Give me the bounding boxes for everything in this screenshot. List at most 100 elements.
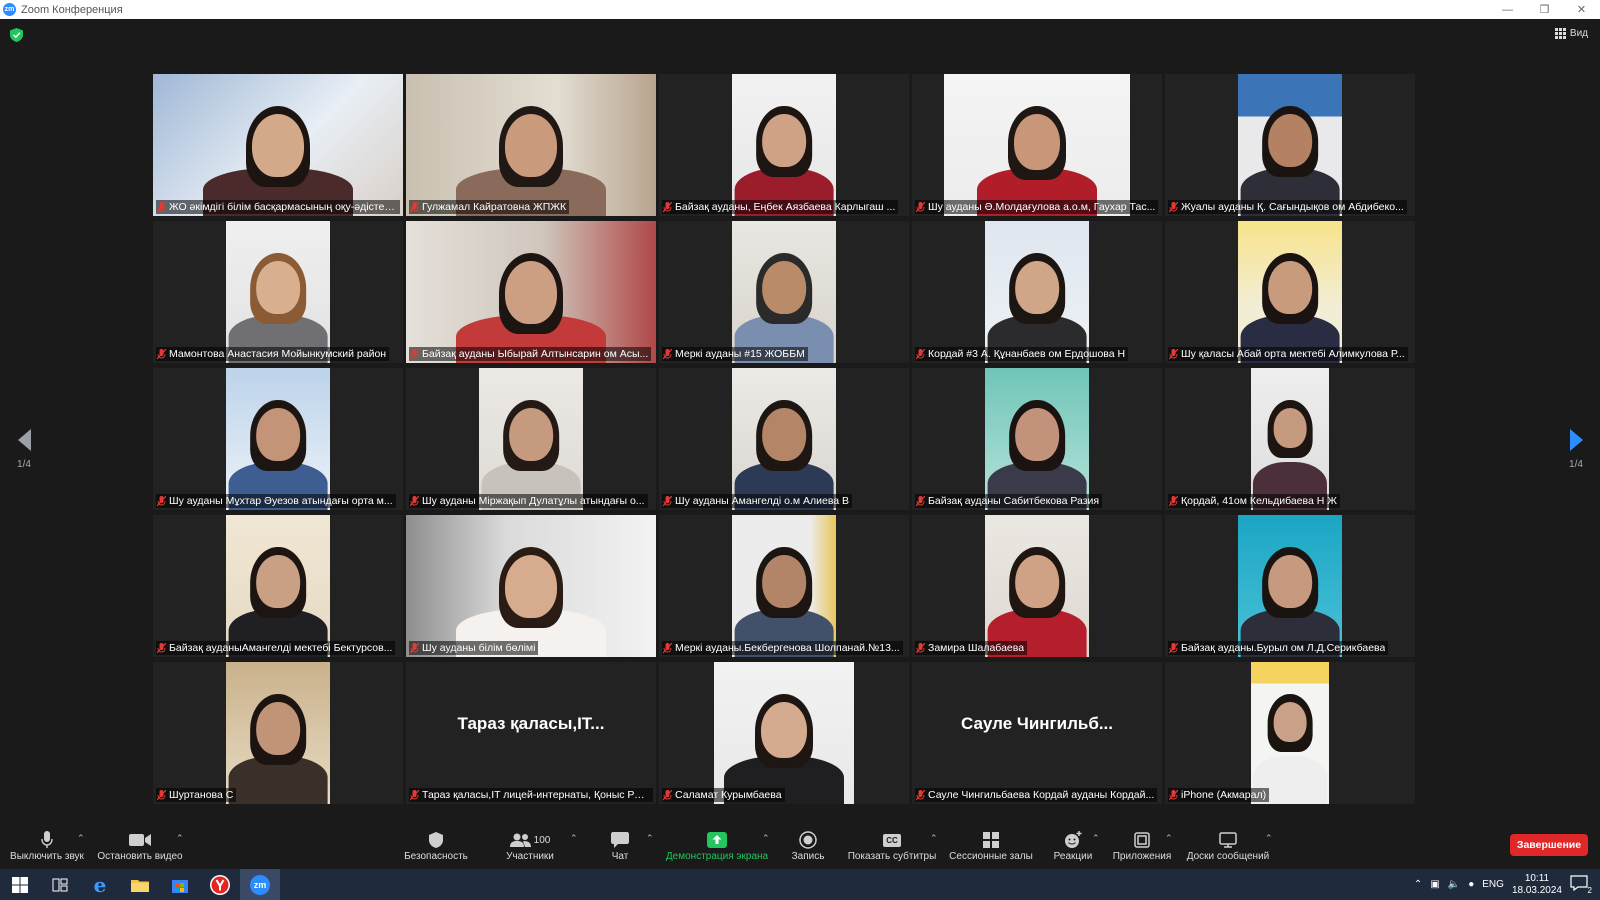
security-button[interactable]: Безопасность	[400, 829, 472, 867]
reactions-options-caret-icon[interactable]: ⌃	[1092, 833, 1100, 844]
muted-microphone-icon	[663, 495, 672, 506]
participant-name-label: Шу ауданы Амангелді о.м Алиева В	[662, 494, 853, 508]
muted-microphone-icon	[157, 789, 166, 800]
participant-tile[interactable]: iPhone (Акмарал)	[1165, 662, 1415, 804]
video-options-caret-icon[interactable]: ⌃	[176, 833, 184, 844]
apps-options-caret-icon[interactable]: ⌃	[1165, 833, 1173, 844]
participant-tile[interactable]: Байзақ ауданы Ыбырай Алтынсарин ом Асы..…	[406, 221, 656, 363]
zoom-app-icon: zm	[3, 3, 16, 16]
muted-microphone-icon	[916, 495, 925, 506]
audio-options-caret-icon[interactable]: ⌃	[77, 833, 85, 844]
participant-tile[interactable]: Байзақ ауданы.Бурыл ом Л.Д.Серикбаева	[1165, 515, 1415, 657]
participant-tile[interactable]: Шу ауданы білім бөлімі	[406, 515, 656, 657]
breakout-rooms-button[interactable]: Сессионные залы	[949, 829, 1033, 867]
participant-video	[732, 74, 836, 216]
participant-tile[interactable]: Жуалы ауданы Қ. Сағындықов ом Абдибеко..…	[1165, 74, 1415, 216]
system-tray: ⌃ ▣ 🔈 ● ENG 10:11 18.03.2024 2	[1414, 873, 1600, 897]
participant-name: Шу ауданы Мұхтар Әуезов атындағы орта м.…	[169, 495, 393, 507]
tray-microphone-icon[interactable]: ●	[1468, 879, 1474, 890]
whiteboard-icon	[1219, 829, 1237, 851]
participant-tile[interactable]: Байзақ ауданыАмангелді мектебі Бектурсов…	[153, 515, 403, 657]
volume-icon[interactable]: 🔈	[1448, 879, 1460, 890]
record-button[interactable]: Запись	[786, 829, 830, 867]
participant-name-label: Байзақ ауданы Ыбырай Алтынсарин ом Асы..…	[409, 347, 652, 361]
participants-options-caret-icon[interactable]: ⌃	[570, 833, 578, 844]
taskbar-yandex[interactable]	[200, 869, 240, 900]
restore-button[interactable]: ❐	[1526, 0, 1563, 19]
participant-tile[interactable]: Шу ауданы Ә.Молдағулова а.о.м, Гаухар Та…	[912, 74, 1162, 216]
chevron-up-icon[interactable]: ⌃	[1414, 879, 1422, 890]
taskbar-clock[interactable]: 10:11 18.03.2024	[1512, 873, 1562, 897]
windows-logo-icon	[12, 876, 28, 893]
participant-video	[1238, 74, 1342, 216]
whiteboards-button[interactable]: Доски сообщений	[1183, 829, 1273, 867]
encryption-shield-icon[interactable]	[10, 28, 23, 42]
notification-icon	[1570, 874, 1588, 891]
taskbar-store[interactable]	[160, 869, 200, 900]
participant-name: Сауле Чингильбаева Кордай ауданы Кордай.…	[928, 789, 1155, 801]
chat-options-caret-icon[interactable]: ⌃	[646, 833, 654, 844]
close-button[interactable]: ✕	[1563, 0, 1600, 19]
participant-tile[interactable]: Шу ауданы Амангелді о.м Алиева В	[659, 368, 909, 510]
participant-name-label: Мамонтова Анастасия Мойынкумский район	[156, 347, 390, 361]
participant-tile[interactable]: Шуртанова С	[153, 662, 403, 804]
muted-microphone-icon	[410, 789, 419, 800]
share-screen-icon	[707, 829, 727, 851]
share-screen-button[interactable]: Демонстрация экрана	[664, 829, 770, 867]
participant-tile[interactable]: Кордай #3 А. Құнанбаев ом Ердошова Н	[912, 221, 1162, 363]
participant-tile[interactable]: Байзақ ауданы Сабитбекова Разия	[912, 368, 1162, 510]
minimize-button[interactable]: —	[1489, 0, 1526, 19]
participant-tile[interactable]: Саламат Курымбаева	[659, 662, 909, 804]
participant-tile[interactable]: ЖО әкімдігі білім басқармасының оқу-әдіс…	[153, 74, 403, 216]
share-options-caret-icon[interactable]: ⌃	[762, 833, 770, 844]
participant-tile[interactable]: Мамонтова Анастасия Мойынкумский район	[153, 221, 403, 363]
participants-button[interactable]: 100 Участники	[495, 829, 565, 867]
participant-video	[406, 74, 656, 216]
chat-button[interactable]: Чат	[600, 829, 640, 867]
participant-tile[interactable]: Шу ауданы Мұхтар Әуезов атындағы орта м.…	[153, 368, 403, 510]
taskbar-file-explorer[interactable]	[120, 869, 160, 900]
muted-microphone-icon	[157, 495, 166, 506]
participant-tile[interactable]: Байзақ ауданы, Еңбек Аязбаева Карлыгаш .…	[659, 74, 909, 216]
participant-tile[interactable]: Меркі ауданы #15 ЖОББМ	[659, 221, 909, 363]
participant-tile[interactable]: Шу қаласы Абай орта мектебі Алимкулова Р…	[1165, 221, 1415, 363]
reactions-button[interactable]: Реакции	[1051, 829, 1095, 867]
participant-name: Саламат Курымбаева	[675, 789, 782, 801]
participant-tile[interactable]: Меркі ауданы.Бекбергенова Шолпанай.№13..…	[659, 515, 909, 657]
stop-video-button[interactable]: Остановить видео	[96, 829, 184, 867]
participant-name: Байзақ ауданы.Бурыл ом Л.Д.Серикбаева	[1181, 642, 1386, 654]
taskbar-zoom[interactable]: zm	[240, 869, 280, 900]
participant-tile[interactable]: Шу ауданы Міржақып Дулатұлы атындағы о..…	[406, 368, 656, 510]
breakout-rooms-icon	[983, 829, 999, 851]
participant-tile[interactable]: Гулжамал Кайратовна ЖПЖК	[406, 74, 656, 216]
captions-options-caret-icon[interactable]: ⌃	[930, 833, 938, 844]
mute-button[interactable]: Выключить звук	[8, 829, 86, 867]
view-button[interactable]: Вид	[1554, 28, 1588, 39]
participant-video	[1251, 368, 1329, 510]
muted-microphone-icon	[1169, 201, 1178, 212]
window-titlebar: zm Zoom Конференция — ❐ ✕	[0, 0, 1600, 19]
show-captions-button[interactable]: CC Показать субтитры	[847, 829, 937, 867]
participant-name-label: Шу ауданы білім бөлімі	[409, 641, 539, 655]
participant-name-label: Шу қаласы Абай орта мектебі Алимкулова Р…	[1168, 347, 1408, 361]
participant-name-label: Меркі ауданы #15 ЖОББМ	[662, 347, 808, 361]
language-indicator[interactable]: ENG	[1482, 879, 1504, 890]
participant-name: Замира Шалабаева	[928, 642, 1025, 654]
muted-microphone-icon	[157, 201, 166, 212]
participant-display-name: Тараз қаласы,IT...	[457, 714, 605, 733]
network-icon[interactable]: ▣	[1430, 879, 1439, 890]
participant-tile[interactable]: Сауле Чингильб... Сауле Чингильбаева Корд…	[912, 662, 1162, 804]
previous-page-button[interactable]: 1/4	[14, 429, 34, 470]
whiteboard-options-caret-icon[interactable]: ⌃	[1265, 833, 1273, 844]
end-meeting-button[interactable]: Завершение	[1510, 834, 1588, 856]
participant-video	[226, 515, 330, 657]
participant-tile[interactable]: Қордай, 41ом Кельдибаева Н Ж	[1165, 368, 1415, 510]
windows-start-button[interactable]	[0, 869, 40, 900]
smiley-plus-icon	[1064, 829, 1082, 851]
taskbar-edge[interactable]: e	[80, 869, 120, 900]
task-view-button[interactable]	[40, 869, 80, 900]
notifications-button[interactable]: 2	[1570, 874, 1592, 895]
participant-tile[interactable]: Замира Шалабаева	[912, 515, 1162, 657]
next-page-button[interactable]: 1/4	[1566, 429, 1586, 470]
participant-tile[interactable]: Тараз қаласы,IT... Тараз қаласы,IT лицей-…	[406, 662, 656, 804]
